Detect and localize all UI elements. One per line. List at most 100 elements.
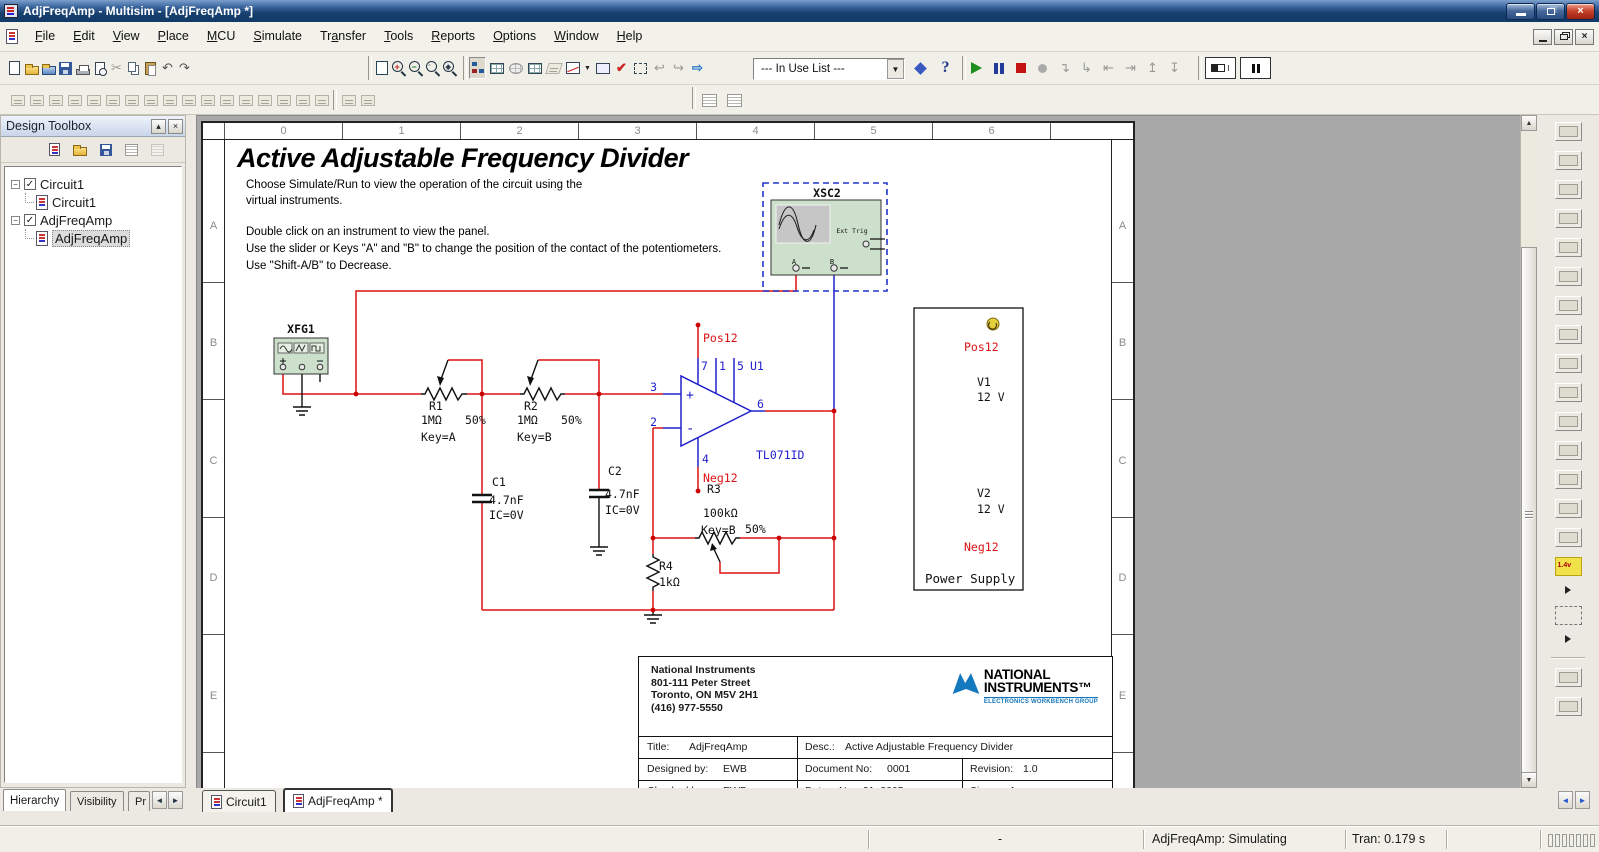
- labview-instruments-icon[interactable]: [1555, 606, 1582, 625]
- place-power-icon[interactable]: [198, 89, 217, 111]
- postprocessor-icon[interactable]: [594, 57, 611, 79]
- copy-icon[interactable]: [125, 57, 142, 79]
- bode-plotter-icon[interactable]: [1555, 267, 1582, 286]
- scroll-up-icon[interactable]: ▲: [1521, 115, 1537, 131]
- place-hierarchical-block-icon[interactable]: [339, 89, 358, 111]
- place-bus-icon[interactable]: [358, 89, 377, 111]
- mdi-restore-button[interactable]: [1554, 29, 1573, 45]
- probe-menu-arrow-icon[interactable]: [1565, 586, 1571, 594]
- tree-label[interactable]: AdjFreqAmp: [40, 213, 112, 228]
- multimeter-icon[interactable]: [1555, 122, 1582, 141]
- checkbox-icon[interactable]: ✓: [24, 214, 36, 226]
- document-tab-adjfreqamp[interactable]: AdjFreqAmp *: [283, 788, 393, 812]
- record-icon[interactable]: [1034, 57, 1051, 79]
- remove-breakpoint-icon[interactable]: ↧: [1166, 57, 1183, 79]
- panel-shade-button[interactable]: ▴: [151, 119, 166, 134]
- function-generator-icon[interactable]: [1555, 151, 1582, 170]
- place-transistor-icon[interactable]: [65, 89, 84, 111]
- menu-transfer[interactable]: Transfer: [311, 22, 375, 51]
- place-basic-icon[interactable]: [27, 89, 46, 111]
- measurement-probe-icon[interactable]: 1.4v: [1555, 557, 1582, 576]
- description-box-icon[interactable]: [700, 89, 719, 111]
- zoom-in-icon[interactable]: +: [390, 57, 407, 79]
- four-channel-oscilloscope-icon[interactable]: [1555, 238, 1582, 257]
- place-cmos-icon[interactable]: [122, 89, 141, 111]
- zoom-fit-icon[interactable]: ◈: [441, 57, 458, 79]
- logic-converter-icon[interactable]: [1555, 383, 1582, 402]
- scrollbar-thumb[interactable]: [1521, 247, 1537, 781]
- in-use-list-arrow-icon[interactable]: ▼: [887, 59, 904, 79]
- export-to-pcb-icon[interactable]: ⇨: [689, 57, 706, 79]
- tree-item-circuit1-page[interactable]: Circuit1: [5, 193, 181, 211]
- instrument-xsc2[interactable]: Ext Trig A B XSC2: [763, 183, 887, 291]
- xfg1-ref-label[interactable]: XFG1: [287, 322, 315, 336]
- menu-file[interactable]: File: [26, 22, 64, 51]
- redo-icon[interactable]: ↷: [176, 57, 193, 79]
- zoom-out-icon[interactable]: −: [407, 57, 424, 79]
- labview-menu-arrow-icon[interactable]: [1565, 635, 1571, 643]
- mdi-minimize-button[interactable]: [1533, 29, 1552, 45]
- expander-icon[interactable]: −: [11, 216, 20, 225]
- menu-help[interactable]: Help: [608, 22, 652, 51]
- place-source-icon[interactable]: [8, 89, 27, 111]
- step-over-icon[interactable]: ↳: [1078, 57, 1095, 79]
- menu-place[interactable]: Place: [149, 22, 198, 51]
- toggle-design-toolbox-icon[interactable]: [469, 57, 486, 79]
- in-use-list-dropdown[interactable]: --- In Use List --- ▼: [753, 58, 905, 80]
- menu-options[interactable]: Options: [484, 22, 545, 51]
- wires-blue[interactable]: [663, 272, 834, 467]
- place-ttl-icon[interactable]: [103, 89, 122, 111]
- place-mixed-icon[interactable]: [160, 89, 179, 111]
- open-samples-icon[interactable]: [40, 57, 57, 79]
- print-preview-icon[interactable]: [91, 57, 108, 79]
- create-component-icon[interactable]: [526, 57, 543, 79]
- save-design-icon[interactable]: [100, 144, 112, 156]
- doc-tab-scroll-right-icon[interactable]: ►: [1575, 791, 1590, 809]
- restore-button[interactable]: [1536, 3, 1565, 20]
- print-icon[interactable]: [74, 57, 91, 79]
- oscilloscope-icon[interactable]: [1555, 209, 1582, 228]
- place-electromechanical-icon[interactable]: [274, 89, 293, 111]
- doc-tab-scroll-left-icon[interactable]: ◄: [1558, 791, 1573, 809]
- agilent-function-generator-icon[interactable]: [1555, 499, 1582, 518]
- tree-item-adjfreqamp-root[interactable]: − ✓ AdjFreqAmp: [5, 211, 181, 229]
- spectrum-analyzer-icon[interactable]: [1555, 470, 1582, 489]
- tree-label[interactable]: Circuit1: [40, 177, 84, 192]
- forward-annotate-icon[interactable]: ↪: [670, 57, 687, 79]
- save-icon[interactable]: [57, 57, 74, 79]
- run-to-cursor-icon[interactable]: ⇥: [1122, 57, 1139, 79]
- help-icon[interactable]: ?: [937, 57, 954, 79]
- place-indicator-icon[interactable]: [179, 89, 198, 111]
- toolbox-tab-visibility[interactable]: Visibility: [70, 791, 124, 811]
- instrument-xfg1[interactable]: XFG1: [274, 322, 328, 374]
- breadboard-view-icon[interactable]: [545, 57, 562, 79]
- paste-icon[interactable]: [142, 57, 159, 79]
- step-out-icon[interactable]: ⇤: [1100, 57, 1117, 79]
- capture-area-icon[interactable]: [632, 57, 649, 79]
- menu-tools[interactable]: Tools: [375, 22, 422, 51]
- iv-analyzer-icon[interactable]: [1555, 412, 1582, 431]
- mdi-close-button[interactable]: ×: [1575, 29, 1594, 45]
- wires-red[interactable]: [283, 272, 959, 610]
- tree-item-circuit1-root[interactable]: − ✓ Circuit1: [5, 175, 181, 193]
- checkbox-icon[interactable]: ✓: [24, 178, 36, 190]
- toggle-full-screen-icon[interactable]: [373, 57, 390, 79]
- menu-reports[interactable]: Reports: [422, 22, 484, 51]
- open-icon[interactable]: [23, 57, 40, 79]
- panel-close-button[interactable]: ×: [168, 119, 183, 134]
- back-annotate-icon[interactable]: ↩: [651, 57, 668, 79]
- close-button[interactable]: ×: [1566, 3, 1595, 20]
- database-manager-icon[interactable]: [507, 57, 524, 79]
- zoom-area-icon[interactable]: ▫: [424, 57, 441, 79]
- place-ni-component-icon[interactable]: [293, 89, 312, 111]
- toolbox-tab-project[interactable]: Pr: [128, 791, 150, 811]
- undo-icon[interactable]: ↶: [159, 57, 176, 79]
- breakpoint-icon[interactable]: ↥: [1144, 57, 1161, 79]
- ni-elvis-icon[interactable]: [1555, 697, 1582, 716]
- power-supply-block[interactable]: Pos12 V1 12 V V2 12 V Neg12 Power Supply: [914, 308, 1023, 590]
- run-icon[interactable]: [968, 57, 985, 79]
- menu-window[interactable]: Window: [545, 22, 607, 51]
- place-rf-icon[interactable]: [255, 89, 274, 111]
- canvas-vertical-scrollbar[interactable]: ▲ ▼: [1520, 115, 1537, 788]
- menu-view[interactable]: View: [104, 22, 149, 51]
